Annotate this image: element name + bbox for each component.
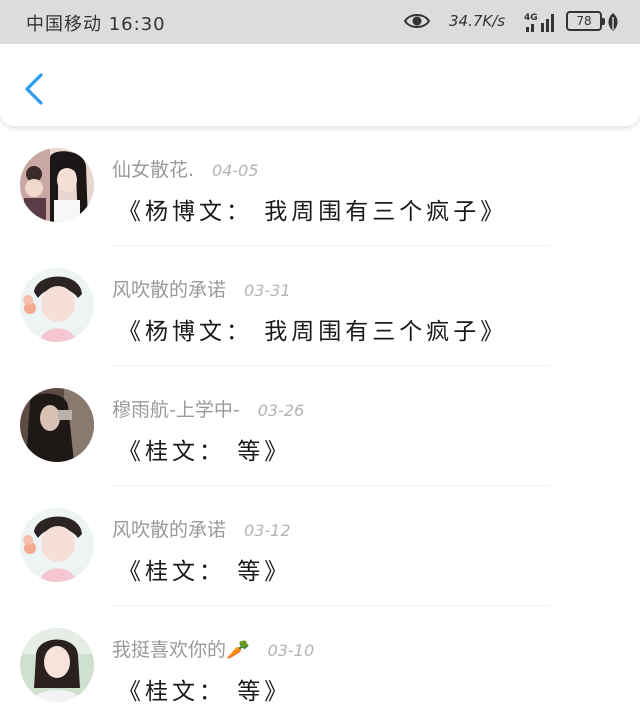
status-bar: 中国移动 16:30 34.7K/s 4G 78 — [0, 0, 640, 44]
comment-text: 《桂文： 等》 — [118, 439, 292, 465]
comment-meta: 仙女散花. 04-05 — [112, 155, 259, 182]
comment-meta: 风吹散的承诺 03-31 — [112, 275, 291, 302]
avatar[interactable] — [20, 508, 94, 582]
eye-icon — [404, 14, 430, 28]
avatar[interactable] — [20, 628, 94, 702]
username[interactable]: 我挺喜欢你的🥕 — [112, 639, 250, 661]
comment-text: 《杨博文： 我周围有三个疯子》 — [118, 199, 508, 225]
avatar[interactable] — [20, 268, 94, 342]
username[interactable]: 仙女散花. — [112, 159, 194, 181]
svg-text:4G: 4G — [524, 13, 538, 23]
username[interactable]: 风吹散的承诺 — [112, 279, 226, 301]
leaf-icon — [608, 13, 618, 31]
back-button[interactable] — [22, 72, 46, 106]
carrier-time: 中国移动 16:30 — [26, 14, 166, 35]
signal-4g-icon: 4G — [524, 13, 554, 32]
comment-date: 03-12 — [244, 521, 291, 540]
nav-bar — [0, 44, 640, 126]
chevron-left-icon — [25, 73, 43, 105]
comment-date: 03-31 — [244, 281, 291, 300]
list-item[interactable]: 风吹散的承诺 03-31 《杨博文： 我周围有三个疯子》 — [0, 246, 640, 366]
network-speed: 34.7K/s — [449, 12, 506, 30]
battery-icon: 78 — [566, 11, 605, 31]
list-item[interactable]: 风吹散的承诺 03-12 《桂文： 等》 — [0, 486, 640, 606]
list-item[interactable]: 穆雨航-上学中- 03-26 《桂文： 等》 — [0, 366, 640, 486]
comment-meta: 我挺喜欢你的🥕 03-10 — [112, 635, 314, 662]
comment-text: 《桂文： 等》 — [118, 679, 292, 705]
comment-date: 03-26 — [257, 401, 305, 420]
comment-meta: 风吹散的承诺 03-12 — [112, 515, 291, 542]
username[interactable]: 风吹散的承诺 — [112, 519, 226, 541]
list-item[interactable]: 我挺喜欢你的🥕 03-10 《桂文： 等》 — [0, 606, 640, 726]
avatar[interactable] — [20, 388, 94, 462]
comment-date: 04-05 — [212, 161, 259, 180]
comment-meta: 穆雨航-上学中- 03-26 — [112, 395, 304, 422]
avatar[interactable] — [20, 148, 94, 222]
comment-date: 03-10 — [267, 641, 315, 660]
comment-text: 《杨博文： 我周围有三个疯子》 — [118, 319, 508, 345]
list-item[interactable]: 仙女散花. 04-05 《杨博文： 我周围有三个疯子》 — [0, 126, 640, 246]
username[interactable]: 穆雨航-上学中- — [112, 399, 240, 421]
comment-text: 《桂文： 等》 — [118, 559, 292, 585]
